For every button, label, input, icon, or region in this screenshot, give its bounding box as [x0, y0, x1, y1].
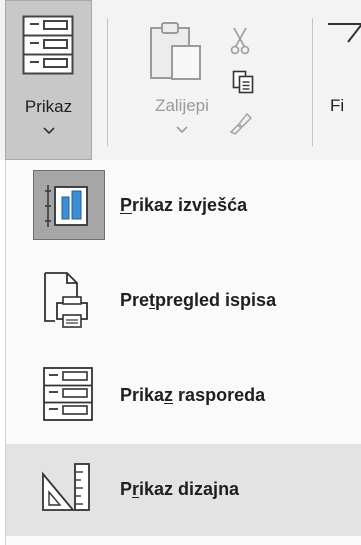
- menu-item-layout-view[interactable]: Prikaz rasporeda: [6, 350, 361, 440]
- view-button[interactable]: Prikaz: [5, 0, 92, 160]
- menu-item-label-post: rasporeda: [173, 385, 266, 405]
- menu-item-print-preview[interactable]: Pretpregled ispisa: [6, 255, 361, 345]
- menu-item-accelerator-key: z: [164, 385, 174, 405]
- menu-item-label: Prikaz izvješća: [120, 194, 247, 216]
- menu-item-label-post: rikaz izvješća: [132, 195, 248, 215]
- menu-item-label: Prikaz rasporeda: [120, 384, 265, 406]
- clipboard-icon: [150, 22, 201, 80]
- layout-view-icon: [33, 360, 105, 430]
- menu-item-label-pre: Pre: [120, 290, 150, 310]
- format-painter-icon[interactable]: [228, 110, 254, 136]
- print-preview-icon: [33, 265, 105, 335]
- menu-item-label-pre: P: [120, 479, 133, 499]
- menu-item-design-view[interactable]: Prikaz dizajna: [6, 444, 361, 536]
- menu-item-report-view[interactable]: Prikaz izvješća: [6, 160, 361, 250]
- copy-icon[interactable]: [232, 70, 254, 94]
- filter-icon: [328, 23, 361, 43]
- menu-item-label: Prikaz dizajna: [120, 478, 239, 500]
- filter-button-label: Fi: [330, 96, 345, 115]
- chevron-down-icon: [176, 126, 188, 134]
- ribbon-separator: [312, 18, 313, 146]
- ribbon-separator: [107, 18, 108, 146]
- view-icon: [22, 15, 74, 75]
- menu-item-label-post: pregled ispisa: [155, 290, 277, 310]
- report-view-icon: [33, 170, 105, 240]
- view-button-label: Prikaz: [24, 97, 73, 116]
- paste-button[interactable]: Zalijepi: [120, 0, 270, 160]
- ribbon: Prikaz Zalijepi Fi: [0, 0, 361, 160]
- menu-item-accelerator-key: r: [132, 479, 140, 499]
- menu-item-label: Pretpregled ispisa: [120, 289, 276, 311]
- paste-button-label: Zalijepi: [155, 96, 209, 115]
- filter-button[interactable]: Fi: [326, 0, 361, 160]
- chevron-down-icon: [42, 127, 55, 135]
- menu-item-label-post: ikaz dizajna: [139, 479, 240, 499]
- view-menu: Prikaz izvješća Pretpregled ispisa Prika…: [5, 160, 361, 545]
- scissors-icon[interactable]: [230, 26, 250, 56]
- menu-item-label-pre: Prika: [120, 385, 165, 405]
- menu-item-accelerator-key: P: [120, 195, 133, 215]
- design-view-icon: [33, 454, 105, 524]
